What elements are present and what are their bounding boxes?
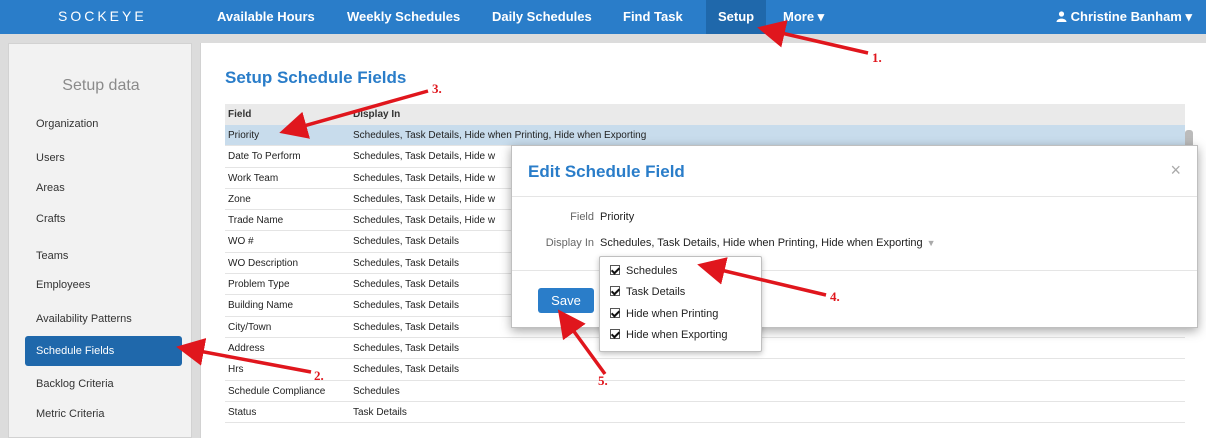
nav-more-dropdown[interactable]: More ▾ <box>771 0 836 34</box>
cell-display-in: Task Details <box>353 406 407 418</box>
cell-field: WO # <box>228 236 254 248</box>
annotation-label-3: 3. <box>432 81 442 96</box>
display-in-label: Display In <box>545 237 594 249</box>
sidebar-item-backlog-criteria[interactable]: Backlog Criteria <box>25 369 182 399</box>
option-label: Hide when Exporting <box>626 329 728 341</box>
modal-header-divider <box>512 196 1197 197</box>
field-label: Field <box>570 211 594 223</box>
checkbox-checked-icon[interactable] <box>610 286 620 296</box>
column-header-display-in[interactable]: Display In <box>353 109 400 120</box>
display-in-dropdown: Schedules Task Details Hide when Printin… <box>599 256 762 352</box>
annotation-label-5: 5. <box>598 373 608 388</box>
user-icon <box>1056 1 1067 22</box>
sidebar-item-users[interactable]: Users <box>25 143 182 173</box>
page-title: Setup Schedule Fields <box>225 68 407 87</box>
option-schedules[interactable]: Schedules <box>610 261 677 281</box>
display-in-value: Schedules, Task Details, Hide when Print… <box>600 237 923 249</box>
cell-field: Priority <box>228 130 260 141</box>
cell-field: City/Town <box>228 321 272 333</box>
cell-display-in: Schedules, Task Details <box>353 300 459 312</box>
cell-display-in: Schedules, Task Details <box>353 279 459 291</box>
column-header-field[interactable]: Field <box>228 109 251 120</box>
save-button[interactable]: Save <box>538 288 594 313</box>
chevron-down-icon: ▼ <box>926 238 936 248</box>
nav-find-task[interactable]: Find Task <box>611 0 695 34</box>
close-icon[interactable]: × <box>1170 160 1181 181</box>
cell-field: Status <box>228 406 257 418</box>
user-menu[interactable]: Christine Banham ▾ <box>1056 0 1192 34</box>
annotation-label-2: 2. <box>314 368 324 383</box>
brand-logo[interactable]: SOCKEYE <box>58 8 147 24</box>
cell-field: WO Description <box>228 257 299 269</box>
nav-weekly-schedules[interactable]: Weekly Schedules <box>335 0 472 34</box>
table-row[interactable]: Status Task Details <box>225 402 1185 424</box>
modal-title: Edit Schedule Field <box>528 162 685 181</box>
cell-display-in: Schedules, Task Details <box>353 321 459 333</box>
option-label: Hide when Printing <box>626 308 719 320</box>
cell-display-in: Schedules, Task Details <box>353 342 459 354</box>
cell-display-in: Schedules, Task Details, Hide w <box>353 193 496 205</box>
cell-field: Work Team <box>228 172 279 184</box>
sidebar-item-organization[interactable]: Organization <box>25 109 182 139</box>
top-navbar: SOCKEYE Available Hours Weekly Schedules… <box>0 0 1206 34</box>
option-hide-when-printing[interactable]: Hide when Printing <box>610 304 718 324</box>
checkbox-checked-icon[interactable] <box>610 329 620 339</box>
cell-display-in: Schedules, Task Details <box>353 257 459 269</box>
cell-field: Zone <box>228 193 251 205</box>
cell-display-in: Schedules, Task Details, Hide w <box>353 215 496 227</box>
sidebar-item-areas[interactable]: Areas <box>25 173 182 203</box>
table-row[interactable]: Hrs Schedules, Task Details <box>225 359 1185 381</box>
sidebar-item-metric-criteria[interactable]: Metric Criteria <box>25 399 182 429</box>
field-value: Priority <box>600 211 635 223</box>
cell-display-in: Schedules <box>353 385 400 397</box>
cell-field: Problem Type <box>228 279 290 291</box>
cell-display-in: Schedules, Task Details, Hide w <box>353 172 496 184</box>
sidebar-title: Setup data <box>62 77 140 94</box>
cell-field: Date To Perform <box>228 151 301 163</box>
table-header: Field Display In <box>225 104 1185 125</box>
option-hide-when-exporting[interactable]: Hide when Exporting <box>610 325 728 345</box>
table-row[interactable]: Priority Schedules, Task Details, Hide wh… <box>225 125 1185 147</box>
annotation-label-1: 1. <box>872 50 882 65</box>
sidebar-item-crafts[interactable]: Crafts <box>25 204 182 234</box>
option-label: Schedules <box>626 265 678 277</box>
cell-display-in: Schedules, Task Details <box>353 364 459 376</box>
sidebar-item-employees[interactable]: Employees <box>25 270 182 300</box>
cell-display-in: Schedules, Task Details, Hide when Print… <box>353 130 647 141</box>
sidebar-item-schedule-fields[interactable]: Schedule Fields <box>25 336 182 366</box>
cell-display-in: Schedules, Task Details, Hide w <box>353 151 496 163</box>
display-in-select[interactable]: Schedules, Task Details, Hide when Print… <box>600 237 936 249</box>
checkbox-checked-icon[interactable] <box>610 265 620 275</box>
cell-field: Trade Name <box>228 215 284 227</box>
option-label: Task Details <box>626 286 686 298</box>
nav-setup[interactable]: Setup <box>706 0 767 34</box>
nav-daily-schedules[interactable]: Daily Schedules <box>480 0 604 34</box>
option-task-details[interactable]: Task Details <box>610 282 685 302</box>
annotation-label-4: 4. <box>830 289 840 304</box>
nav-available-hours[interactable]: Available Hours <box>205 0 327 34</box>
sidebar-item-availability-patterns[interactable]: Availability Patterns <box>25 304 182 334</box>
cell-field: Address <box>228 342 265 354</box>
sidebar-item-teams[interactable]: Teams <box>25 241 182 271</box>
cell-display-in: Schedules, Task Details <box>353 236 459 248</box>
checkbox-checked-icon[interactable] <box>610 308 620 318</box>
cell-field: Building Name <box>228 300 294 312</box>
setup-sidebar: Setup data Organization Users Areas Craf… <box>8 43 192 438</box>
cell-field: Schedule Compliance <box>228 385 326 397</box>
table-row[interactable]: Schedule Compliance Schedules <box>225 381 1185 402</box>
user-name: Christine Banham ▾ <box>1070 9 1192 24</box>
cell-field: Hrs <box>228 364 244 376</box>
